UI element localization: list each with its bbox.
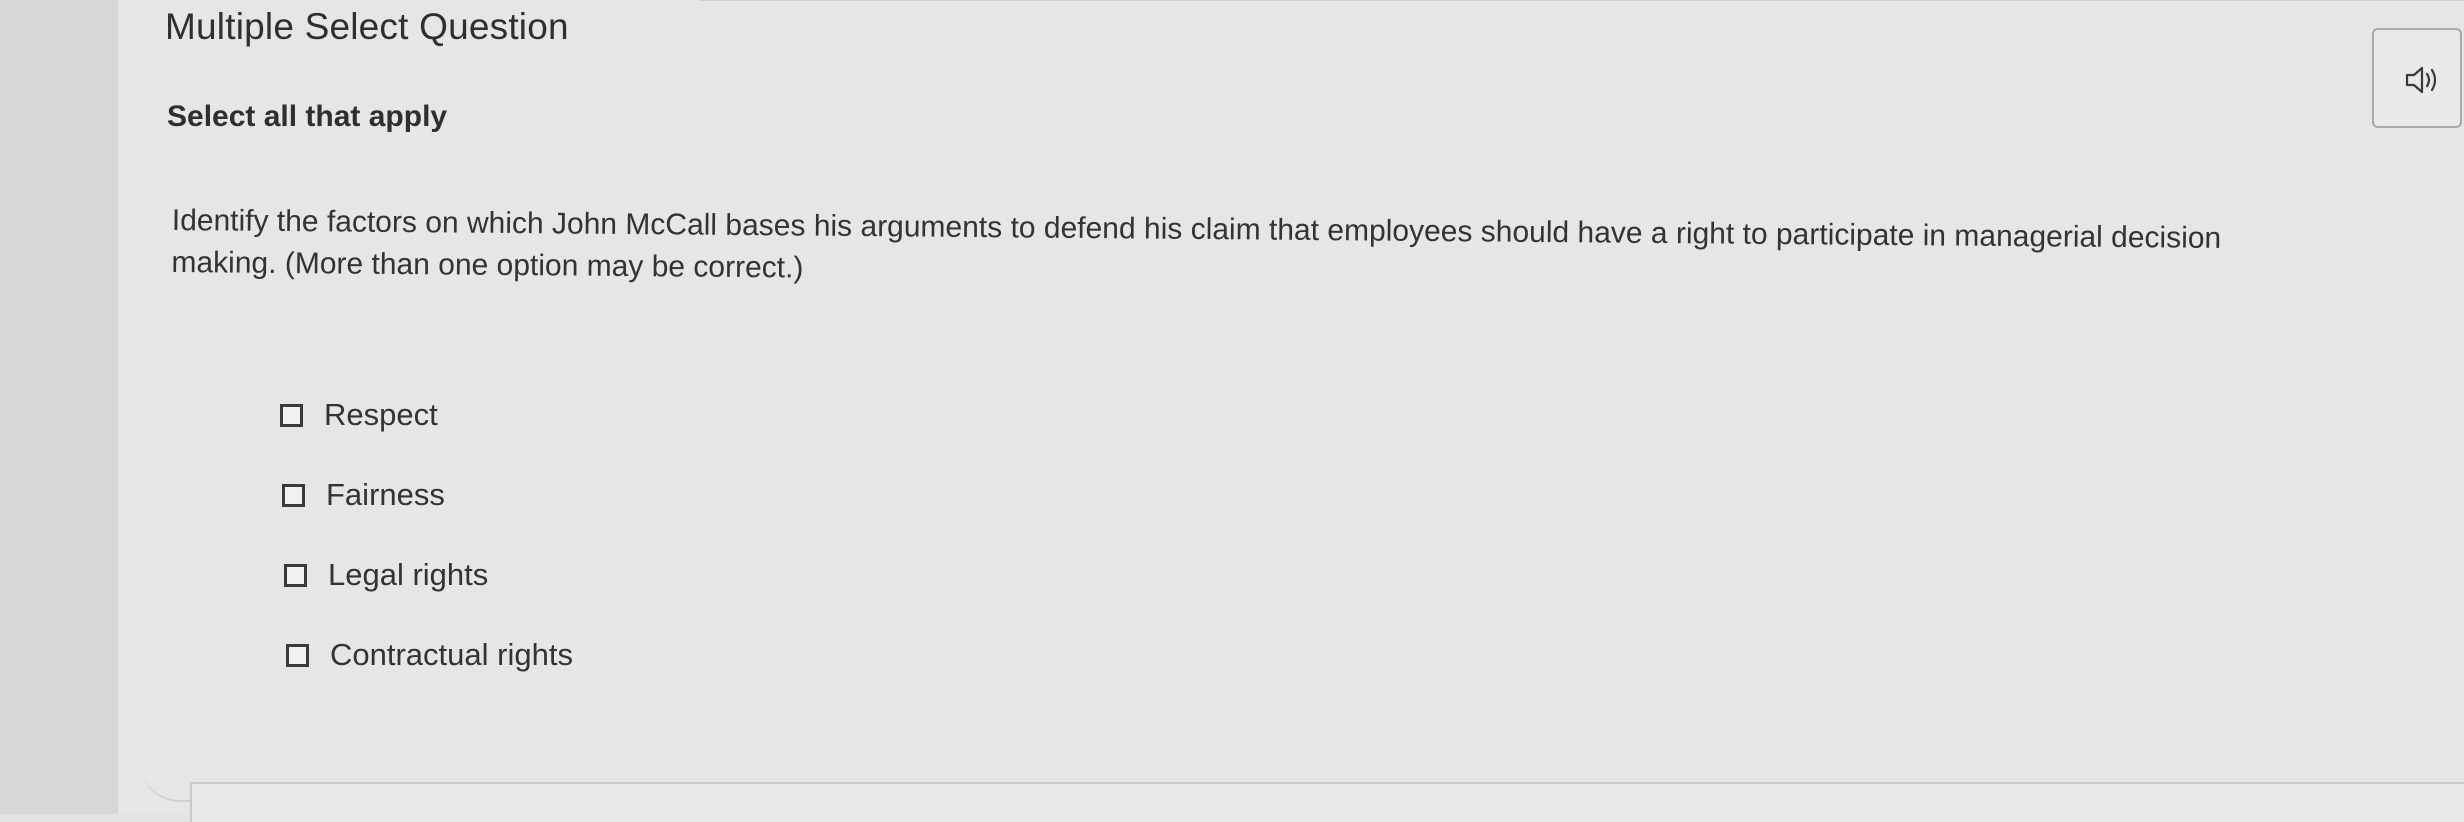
choice-fairness[interactable]: Fairness <box>282 472 445 518</box>
question-type-heading: Multiple Select Question <box>165 6 569 47</box>
choice-label: Contractual rights <box>330 637 573 672</box>
choice-label: Legal rights <box>328 557 489 592</box>
choice-checkbox[interactable] <box>286 643 309 667</box>
question-panel <box>118 0 2464 814</box>
instruction-text: Select all that apply <box>167 100 448 133</box>
choice-checkbox[interactable] <box>280 403 303 427</box>
left-margin <box>0 0 118 814</box>
choice-respect[interactable]: Respect <box>280 392 438 438</box>
next-section-container <box>190 782 2464 822</box>
choice-label: Respect <box>324 397 438 432</box>
speaker-icon <box>2404 64 2440 96</box>
read-aloud-button[interactable] <box>2372 28 2462 128</box>
top-divider <box>700 0 2464 1</box>
choice-checkbox[interactable] <box>282 483 305 507</box>
choice-contractual-rights[interactable]: Contractual rights <box>286 632 573 678</box>
choice-checkbox[interactable] <box>284 563 307 587</box>
choice-label: Fairness <box>326 477 445 512</box>
choice-legal-rights[interactable]: Legal rights <box>284 552 488 598</box>
